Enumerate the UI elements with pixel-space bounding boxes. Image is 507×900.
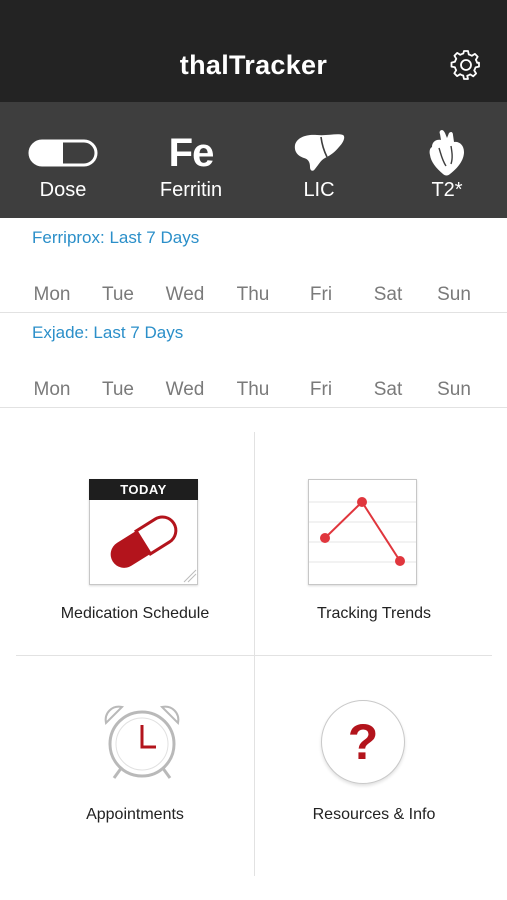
- day-label[interactable]: Tue: [83, 284, 153, 306]
- resources-info-label: Resources & Info: [312, 806, 436, 823]
- app-title: thalTracker: [179, 50, 328, 80]
- day-label[interactable]: Thu: [218, 379, 288, 401]
- tab-t2[interactable]: T2*: [384, 102, 507, 218]
- pill-calendar-icon: TODAY: [89, 479, 198, 585]
- day-label[interactable]: Wed: [150, 379, 220, 401]
- app-header: thalTracker: [0, 0, 507, 102]
- question-icon: ?: [321, 700, 405, 784]
- alarm-clock-icon: [104, 705, 180, 779]
- tab-t2-label: T2*: [431, 179, 463, 201]
- day-label[interactable]: Sun: [419, 379, 489, 401]
- exjade-week[interactable]: Exjade: Last 7 Days Mon Tue Wed Thu Fri …: [0, 313, 507, 408]
- medication-schedule-label: Medication Schedule: [60, 605, 210, 622]
- tab-lic[interactable]: LIC: [256, 102, 382, 218]
- day-label[interactable]: Sat: [353, 284, 423, 306]
- tab-ferritin-label: Ferritin: [159, 179, 223, 201]
- tab-ferritin[interactable]: Fe Ferritin: [128, 102, 254, 218]
- day-label[interactable]: Sun: [419, 284, 489, 306]
- exjade-days: Mon Tue Wed Thu Fri Sat Sun: [0, 379, 507, 403]
- pill-icon: [110, 515, 197, 583]
- line-chart-icon: [308, 479, 417, 585]
- today-badge: TODAY: [89, 479, 198, 500]
- gear-icon[interactable]: [450, 49, 482, 81]
- tab-dose-label: Dose: [39, 179, 87, 201]
- ferriprox-days: Mon Tue Wed Thu Fri Sat Sun: [0, 284, 507, 308]
- tab-bar: Dose Fe Ferritin LIC T2*: [0, 102, 507, 218]
- tab-lic-label: LIC: [303, 179, 335, 201]
- day-label[interactable]: Mon: [17, 284, 87, 306]
- exjade-week-title: Exjade: Last 7 Days: [32, 323, 184, 342]
- day-label[interactable]: Tue: [83, 379, 153, 401]
- ferriprox-week[interactable]: Ferriprox: Last 7 Days Mon Tue Wed Thu F…: [0, 218, 507, 313]
- day-label[interactable]: Wed: [150, 284, 220, 306]
- tab-dose[interactable]: Dose: [0, 102, 126, 218]
- ferriprox-week-title: Ferriprox: Last 7 Days: [32, 228, 200, 247]
- appointments-label: Appointments: [86, 806, 184, 823]
- day-label[interactable]: Mon: [17, 379, 87, 401]
- day-label[interactable]: Fri: [286, 379, 356, 401]
- tracking-trends-label: Tracking Trends: [316, 605, 432, 622]
- toggle-capsule-icon: [28, 139, 98, 167]
- day-label[interactable]: Fri: [286, 284, 356, 306]
- heart-icon: [429, 130, 464, 176]
- liver-icon: [294, 134, 345, 171]
- day-label[interactable]: Thu: [218, 284, 288, 306]
- fe-symbol-icon: Fe: [168, 130, 215, 175]
- question-mark: ?: [347, 714, 379, 770]
- day-label[interactable]: Sat: [353, 379, 423, 401]
